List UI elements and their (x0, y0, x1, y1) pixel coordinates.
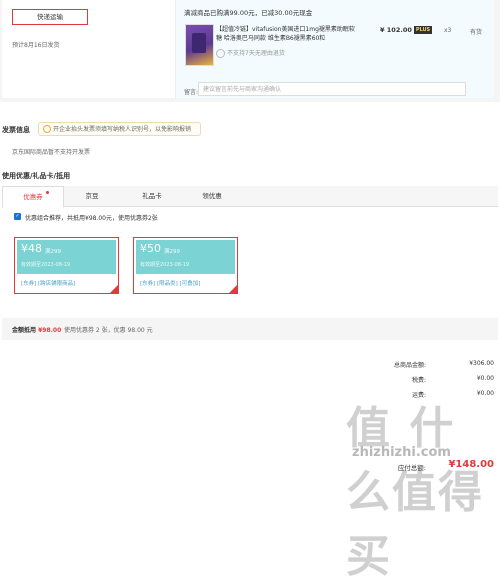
coupon-amount: ¥50 (140, 242, 161, 255)
product-quantity: x3 (444, 27, 452, 34)
invoice-tip[interactable]: 开企业抬头发票须填写纳税人识别号，以免影响报销 (38, 122, 201, 136)
coupon-tags: [东券] [跨店铺限商品] (21, 281, 76, 287)
promo-text: 满减商品已购满99.00元，已减30.00元现金 (184, 9, 313, 17)
tax-value: ¥0.00 (476, 375, 494, 382)
amount-used: 金额抵用 ¥98.00 (12, 325, 61, 334)
no-return-text: 不支持7天无理由退货 (227, 50, 285, 57)
selected-check-icon (229, 285, 237, 293)
auto-coupon-checkbox[interactable]: ✓ (14, 213, 21, 220)
ship-date: 预计8月16日发货 (12, 42, 60, 49)
remark-label: 留言: (184, 89, 199, 96)
payable-label: 应付总额: (397, 464, 426, 472)
product-thumbnail[interactable] (185, 24, 214, 66)
tab-get-coupons[interactable]: 领优惠 (182, 186, 242, 206)
selected-check-icon (110, 285, 118, 293)
total-goods-label: 总商品金额: (393, 362, 426, 369)
coupon-amount: ¥48 (21, 242, 42, 255)
coupon-section-title[interactable]: 使用优惠/礼品卡/抵用 (2, 171, 70, 181)
payable-value: ¥148.00 (448, 459, 494, 470)
tax-label: 税费: (411, 377, 426, 384)
watermark-url: zhizhizhi.com (352, 445, 451, 460)
product-name[interactable]: 【超值冷链】vitafusion美国进口1mg褪黑素助眠软糖 哈洛奥巴马同款 维… (216, 25, 356, 43)
coupon-date: 有效期至2023-08-19 (140, 262, 190, 268)
auto-coupon-text: 优惠组合推荐，共抵用¥98.00元，使用优惠券2张 (25, 215, 158, 222)
remark-input[interactable]: 建议留言前先与商家沟通确认 (198, 82, 466, 96)
coupon-condition: 满299 (164, 249, 180, 255)
product-price: ¥ 102.00 (380, 26, 412, 34)
coupon-tags: [东券] [限品类] [可叠加] (140, 281, 201, 287)
lightbulb-icon (43, 125, 51, 133)
tab-coupons-label: 优惠券 (23, 193, 43, 201)
coupon-date: 有效期至2023-08-19 (21, 262, 71, 268)
coupon-card[interactable]: ¥50 满299 有效期至2023-08-19 [东券] [限品类] [可叠加] (133, 237, 238, 294)
stock-status: 有货 (470, 29, 483, 36)
no-return-notice: 不支持7天无理由退货 (216, 48, 285, 58)
invoice-title: 发票信息 (2, 126, 30, 134)
tab-gift-card[interactable]: 礼品卡 (122, 186, 182, 206)
new-dot (46, 191, 49, 194)
tab-jingdou[interactable]: 京豆 (62, 186, 122, 206)
invoice-note: 京东国际商品暂不支持开发票 (12, 149, 91, 156)
tab-coupons[interactable]: 优惠券 (2, 186, 64, 208)
shipping-method-button[interactable]: 快递运输 (12, 9, 88, 25)
watermark-logo: 值 什么值得买 (346, 403, 484, 582)
coupon-card[interactable]: ¥48 满299 有效期至2023-08-19 [东券] [跨店铺限商品] (14, 237, 119, 294)
coupon-condition: 满299 (45, 249, 61, 255)
amount-used-value: ¥98.00 (38, 327, 62, 334)
total-goods-value: ¥306.00 (469, 360, 494, 367)
amount-used-label: 金额抵用 (12, 327, 37, 334)
coupon-used-info: 使用优惠券 2 张，优惠 98.00 元 (64, 327, 153, 334)
info-icon (216, 49, 225, 58)
plus-badge: PLUS (414, 26, 432, 34)
